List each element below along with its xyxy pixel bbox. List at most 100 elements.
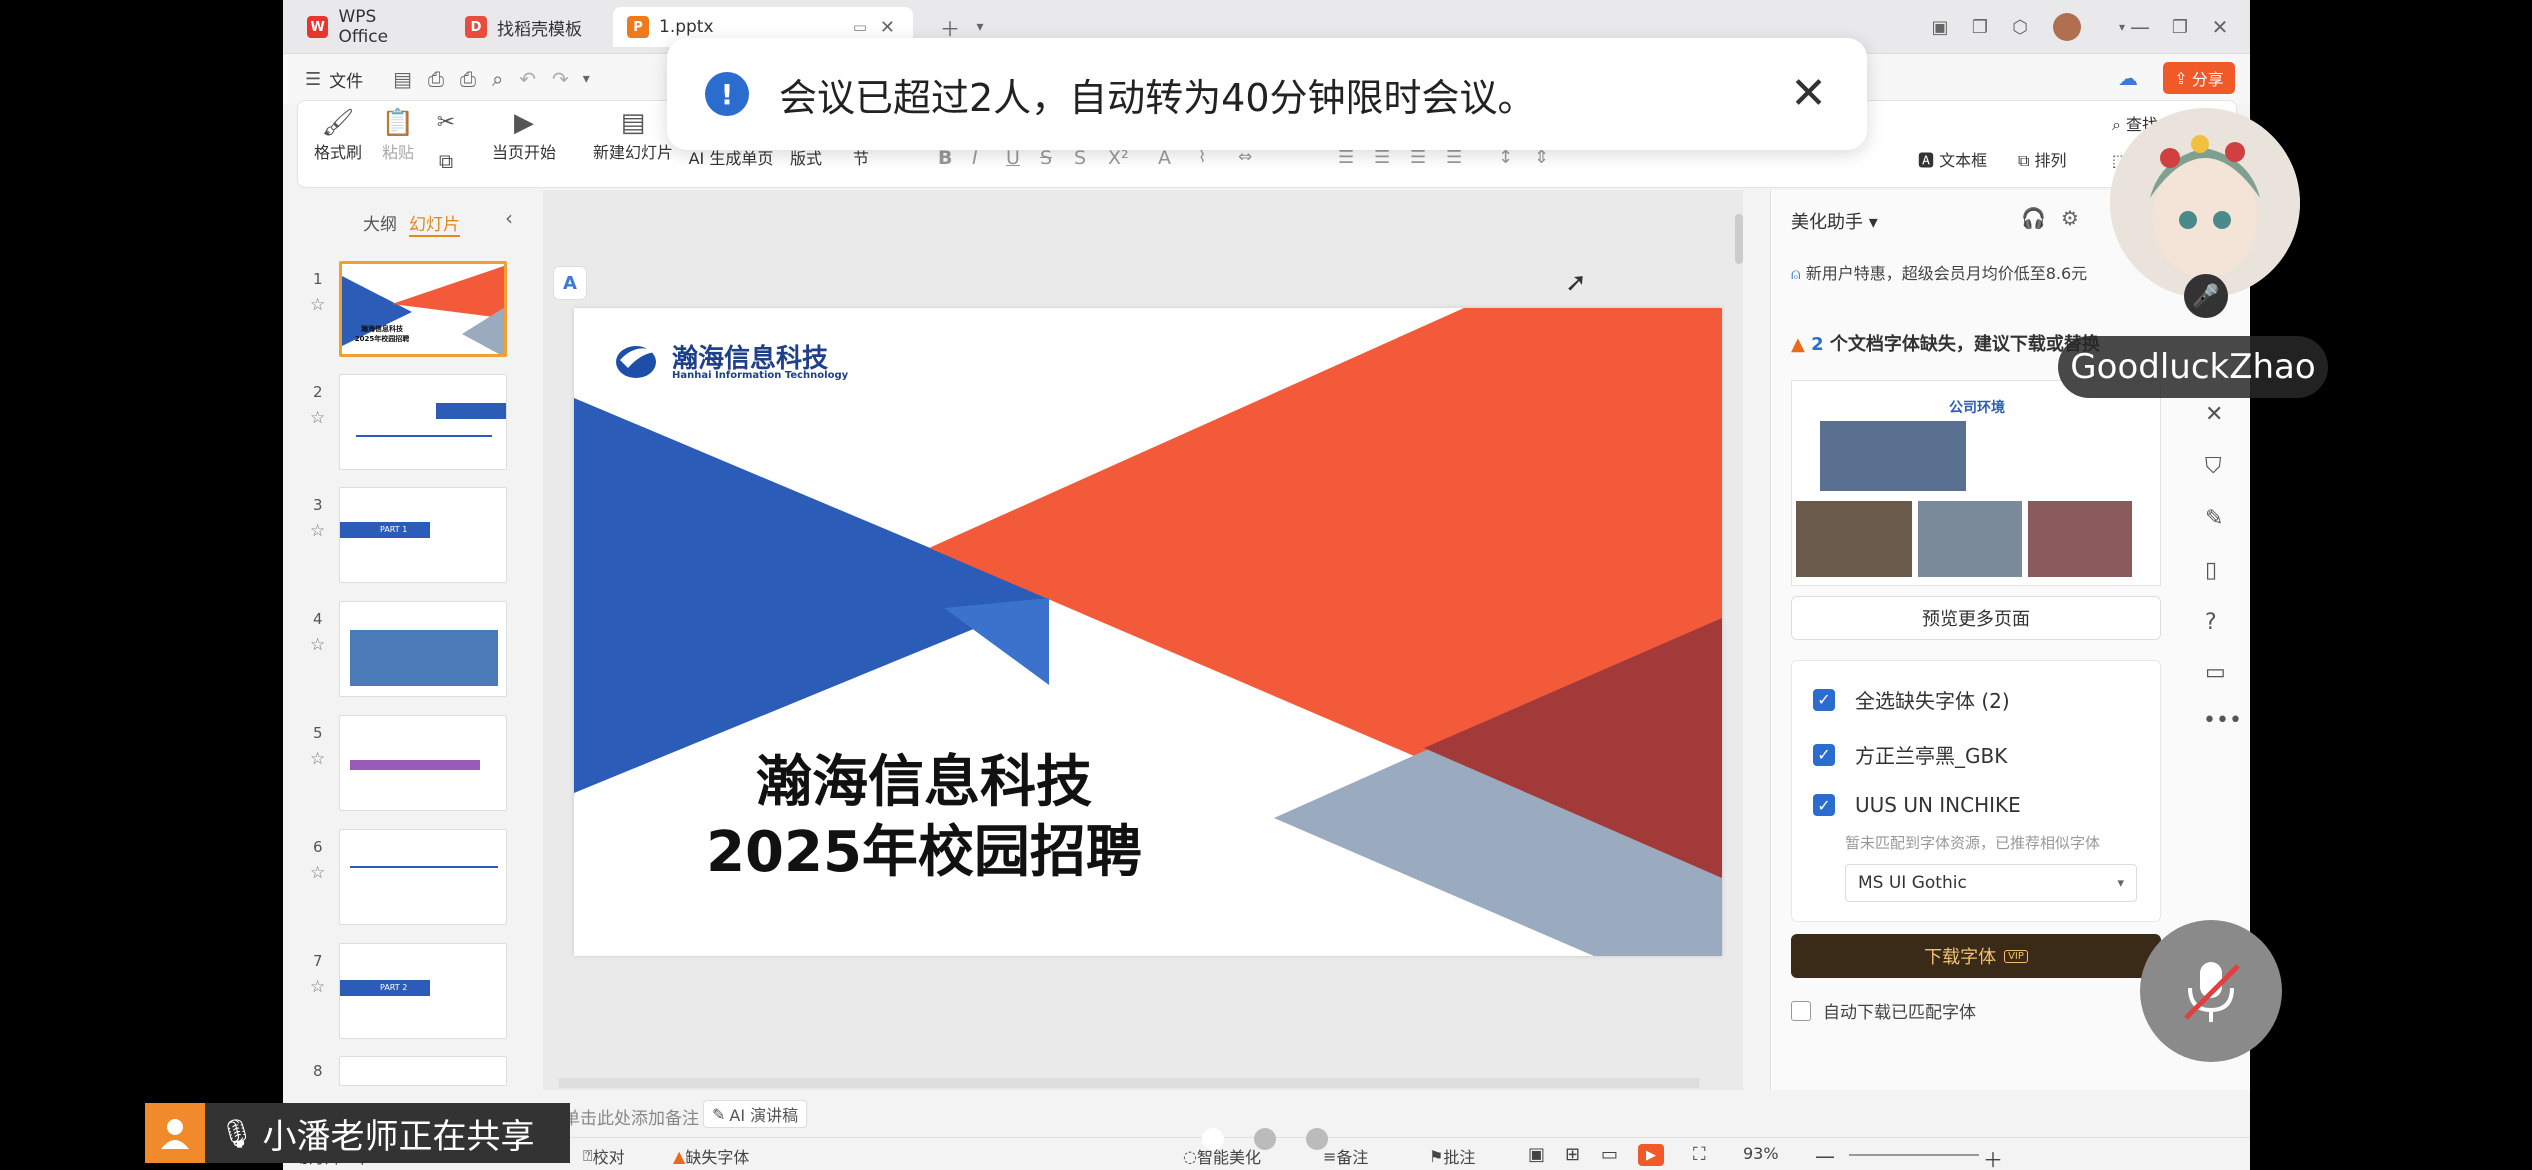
line-spacing-icon[interactable]: ↕ bbox=[1498, 147, 1513, 168]
copy-button[interactable]: ⧉ bbox=[426, 145, 466, 177]
redo-icon[interactable]: ↷ bbox=[552, 67, 569, 91]
auto-download-checkbox[interactable] bbox=[1791, 1000, 1811, 1021]
checkbox-checked-icon[interactable]: ✓ bbox=[1813, 688, 1835, 711]
headset-icon[interactable]: 🎧 bbox=[2021, 206, 2046, 230]
font-option-select-all[interactable]: ✓ 全选缺失字体 (2) bbox=[1813, 685, 2010, 714]
justify-icon[interactable]: ☰ bbox=[1446, 147, 1462, 168]
star-icon[interactable]: ☆ bbox=[310, 977, 325, 997]
preview-card[interactable]: 公司环境 bbox=[1791, 380, 2161, 586]
checkbox-checked-icon[interactable]: ✓ bbox=[1813, 743, 1835, 766]
checkbox-checked-icon[interactable]: ✓ bbox=[1813, 794, 1835, 816]
star-icon[interactable]: ☆ bbox=[310, 295, 325, 315]
star-icon[interactable]: ☆ bbox=[310, 408, 325, 428]
proofread-button[interactable]: ⍰ 校对 bbox=[583, 1144, 625, 1168]
download-font-button[interactable]: 下载字体 VIP bbox=[1791, 934, 2161, 978]
italic-button[interactable]: I bbox=[972, 147, 978, 169]
paste-button[interactable]: 📋 粘贴 bbox=[370, 107, 426, 163]
zoom-level[interactable]: 93% bbox=[1743, 1144, 1779, 1163]
export-icon[interactable]: ⎙ bbox=[428, 67, 444, 91]
page-dot-3[interactable] bbox=[1306, 1128, 1328, 1150]
monitor-icon[interactable]: ▭ bbox=[853, 18, 867, 36]
shirt-icon[interactable]: ⛉ bbox=[2205, 454, 2222, 479]
more-chevron-icon[interactable]: ▾ bbox=[583, 71, 590, 87]
window-icon[interactable]: ❐ bbox=[1963, 10, 1997, 44]
strikethrough-button[interactable]: S bbox=[1040, 147, 1052, 169]
horizontal-scrollbar[interactable] bbox=[559, 1078, 1699, 1088]
zoom-slider[interactable] bbox=[1849, 1154, 1979, 1156]
superscript-button[interactable]: X² bbox=[1108, 147, 1129, 169]
settings-gear-icon[interactable]: ⚙ bbox=[2061, 206, 2079, 230]
zoom-out-icon[interactable]: — bbox=[1815, 1144, 1835, 1168]
play-slideshow-icon[interactable]: ▶ bbox=[1638, 1144, 1664, 1166]
font-color-button[interactable]: A bbox=[1158, 147, 1171, 169]
slide-thumbnail-5[interactable] bbox=[339, 715, 507, 811]
undo-icon[interactable]: ↶ bbox=[519, 67, 536, 91]
screenshot-icon[interactable]: ▣ bbox=[1923, 10, 1957, 44]
reading-view-icon[interactable]: ▭ bbox=[1601, 1144, 1618, 1165]
fit-window-icon[interactable]: ⛶ bbox=[1693, 1144, 1706, 1165]
page-dot-2[interactable] bbox=[1254, 1128, 1276, 1150]
font-option-1[interactable]: ✓ 方正兰亭黑_GBK bbox=[1813, 740, 2007, 769]
smart-beautify-button[interactable]: ◌ 智能美化 bbox=[1183, 1144, 1261, 1168]
bold-button[interactable]: B bbox=[938, 147, 952, 169]
slide-thumbnail-1[interactable]: 瀚海信息科技 2025年校园招聘 bbox=[339, 261, 507, 357]
underline-button[interactable]: U bbox=[1006, 147, 1020, 169]
vertical-scrollbar[interactable] bbox=[1735, 214, 1743, 264]
similar-font-select[interactable]: MS UI Gothic ▾ bbox=[1845, 864, 2137, 902]
print-icon[interactable]: ⎙ bbox=[460, 67, 476, 91]
participant-avatar[interactable] bbox=[2110, 108, 2300, 298]
highlight-icon[interactable]: ⌇ bbox=[1198, 147, 1206, 167]
hamburger-icon[interactable]: ☰ bbox=[305, 69, 321, 90]
paragraph-spacing-icon[interactable]: ⇕ bbox=[1534, 147, 1549, 168]
close-window-icon[interactable]: ✕ bbox=[2203, 10, 2237, 44]
play-from-current-button[interactable]: ▶ 当页开始 bbox=[484, 107, 564, 163]
help-icon[interactable]: ? bbox=[2205, 610, 2217, 635]
slide-thumbnail-7[interactable]: PART 2 bbox=[339, 943, 507, 1039]
user-avatar[interactable] bbox=[2053, 13, 2081, 41]
tools-icon[interactable]: ✕ bbox=[2205, 402, 2223, 427]
cloud-upload-icon[interactable]: ☁ bbox=[2118, 66, 2138, 90]
auto-download-option[interactable]: 自动下载已匹配字体 bbox=[1791, 998, 1976, 1023]
slide-thumbnail-4[interactable] bbox=[339, 601, 507, 697]
align-left-icon[interactable]: ☰ bbox=[1338, 147, 1354, 168]
missing-font-status[interactable]: ▲ 缺失字体 bbox=[673, 1144, 749, 1168]
cut-button[interactable]: ✂ bbox=[426, 107, 466, 139]
arrange-button[interactable]: ⧉ 排列 bbox=[2018, 147, 2098, 171]
save-icon[interactable]: ▤ bbox=[393, 67, 412, 91]
outline-tab[interactable]: 大纲 bbox=[363, 210, 397, 235]
collapse-panel-icon[interactable]: ‹ bbox=[505, 206, 513, 230]
slide-thumbnail-6[interactable] bbox=[339, 829, 507, 925]
preview-more-button[interactable]: 预览更多页面 bbox=[1791, 596, 2161, 640]
comments-toggle[interactable]: ⚑ 批注 bbox=[1429, 1144, 1475, 1168]
align-right-icon[interactable]: ☰ bbox=[1410, 147, 1426, 168]
comment-icon[interactable]: ▭ bbox=[2205, 660, 2226, 685]
mute-toggle-button[interactable] bbox=[2140, 920, 2282, 1062]
tab-wps-office[interactable]: W WPS Office bbox=[293, 7, 443, 47]
new-slide-button[interactable]: ▤ 新建幻灯片 bbox=[588, 107, 678, 163]
tab-template[interactable]: D 找稻壳模板 bbox=[451, 7, 601, 47]
slides-tab[interactable]: 幻灯片 bbox=[409, 210, 460, 237]
notes-toggle[interactable]: ≡ 备注 bbox=[1323, 1144, 1368, 1168]
ai-assistant-badge[interactable]: A bbox=[553, 266, 587, 300]
normal-view-icon[interactable]: ▣ bbox=[1528, 1144, 1545, 1165]
more-icon[interactable]: ••• bbox=[2203, 708, 2242, 733]
page-dot-1[interactable] bbox=[1202, 1128, 1224, 1150]
sorter-view-icon[interactable]: ⊞ bbox=[1565, 1144, 1580, 1165]
panel-title[interactable]: 美化助手 ▾ bbox=[1791, 208, 1878, 234]
slide-1[interactable]: 瀚海信息科技 Hanhai Information Technology 瀚海信… bbox=[574, 308, 1722, 956]
promo-banner[interactable]: ⍝ 新用户特惠，超级会员月均价低至8.6元 bbox=[1791, 260, 2087, 284]
close-tab-icon[interactable]: ✕ bbox=[880, 17, 895, 38]
zoom-in-icon[interactable]: ＋ bbox=[1983, 1144, 2003, 1170]
notes-placeholder[interactable]: 单击此处添加备注 bbox=[563, 1104, 699, 1129]
minimize-icon[interactable]: — bbox=[2123, 10, 2157, 44]
slide-thumbnail-8[interactable] bbox=[339, 1056, 507, 1086]
format-painter-button[interactable]: 🖌 格式刷 bbox=[308, 107, 368, 163]
cube-icon[interactable]: ⬡ bbox=[2003, 10, 2037, 44]
slide-thumbnail-3[interactable]: PART 1 bbox=[339, 487, 507, 583]
shadow-button[interactable]: S bbox=[1074, 147, 1086, 169]
restore-icon[interactable]: ❐ bbox=[2163, 10, 2197, 44]
char-spacing-icon[interactable]: ⇔ bbox=[1238, 147, 1252, 167]
slide-thumbnail-2[interactable] bbox=[339, 374, 507, 470]
align-center-icon[interactable]: ☰ bbox=[1374, 147, 1390, 168]
star-icon[interactable]: ☆ bbox=[310, 749, 325, 769]
